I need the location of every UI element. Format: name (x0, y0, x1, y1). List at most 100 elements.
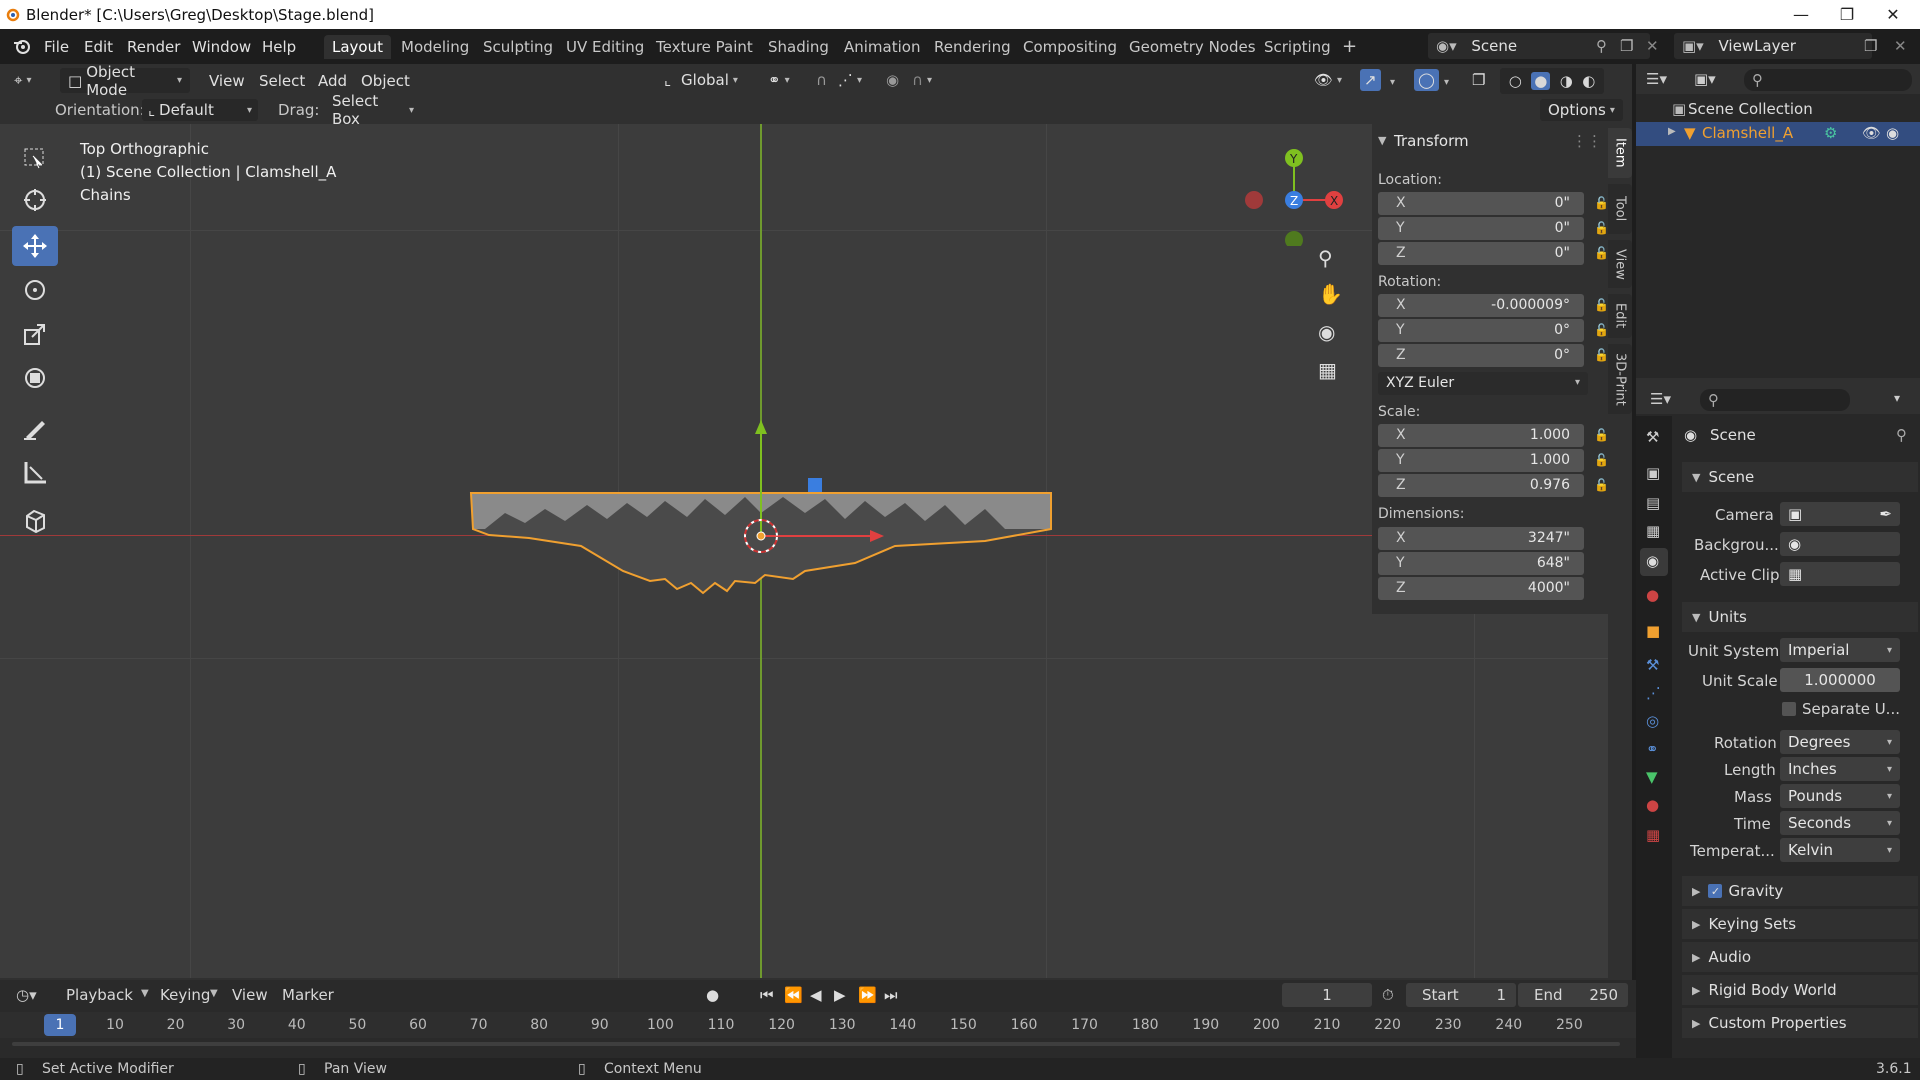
select-box-tool[interactable] (12, 138, 58, 178)
add-cube-tool[interactable] (12, 500, 58, 540)
lock-icon[interactable]: 🔓 (1594, 348, 1609, 362)
unit-system-dropdown[interactable]: Imperial ▾ (1780, 638, 1900, 662)
menu-file[interactable]: File (44, 38, 69, 56)
modifier-tab-icon[interactable]: ⚒ (1646, 656, 1659, 674)
delete-scene-icon[interactable]: ✕ (1646, 37, 1659, 55)
rotation-z-field[interactable]: Z 0° (1378, 344, 1584, 367)
properties-search-input[interactable]: ⚲ (1700, 389, 1850, 411)
jump-end-icon[interactable]: ⏭ (884, 986, 898, 1004)
length-unit-dropdown[interactable]: Inches ▾ (1780, 757, 1900, 781)
start-frame-field[interactable]: Start 1 (1406, 983, 1516, 1007)
tab-uv-editing[interactable]: UV Editing (558, 35, 652, 59)
rendered-shading-icon[interactable]: ◐ (1582, 72, 1595, 90)
physics-tab-icon[interactable]: ◎ (1646, 712, 1659, 730)
editor-type-icon[interactable]: ⌖ ▾ (14, 71, 31, 89)
lock-icon[interactable]: 🔓 (1594, 478, 1609, 492)
display-mode-icon[interactable]: ▣▾ (1694, 70, 1716, 88)
delete-viewlayer-icon[interactable]: ✕ (1894, 37, 1907, 55)
render-camera-icon[interactable]: ◉ (1886, 124, 1899, 142)
move-gizmo-xy-plane[interactable] (808, 478, 822, 492)
panel-gravity-header[interactable]: ▶ ✓ Gravity (1682, 876, 1918, 906)
sidebar-tab-item[interactable]: Item (1608, 128, 1632, 178)
overlay-dropdown-icon[interactable]: ▾ (1444, 77, 1449, 88)
menu-window[interactable]: Window (192, 38, 251, 56)
solid-shading-icon[interactable]: ● (1531, 72, 1551, 90)
blender-menu-icon[interactable] (12, 37, 32, 55)
eyedropper-icon[interactable]: ✒ (1879, 505, 1892, 523)
panel-scene-header[interactable]: ▼ Scene (1682, 462, 1918, 492)
separate-units-checkbox[interactable] (1782, 702, 1796, 716)
falloff-icon[interactable]: ∩ ▾ (912, 71, 932, 89)
ortho-grid-icon[interactable]: ▦ (1318, 358, 1337, 382)
menu-view[interactable]: View (232, 986, 268, 1004)
outliner-search-input[interactable]: ⚲ (1744, 69, 1912, 91)
material-shading-icon[interactable]: ◑ (1560, 72, 1573, 90)
pin-icon[interactable]: ⚲ (1896, 426, 1907, 444)
menu-view[interactable]: View (209, 72, 245, 90)
menu-help[interactable]: Help (262, 38, 296, 56)
panel-keying-sets-header[interactable]: ▶ Keying Sets (1682, 909, 1918, 939)
prev-keyframe-icon[interactable]: ⏪ (784, 986, 803, 1004)
unit-scale-field[interactable]: 1.000000 (1780, 668, 1900, 692)
play-reverse-icon[interactable]: ◀ (810, 986, 822, 1004)
sidebar-tab-view[interactable]: View (1608, 240, 1632, 288)
move-gizmo-x-arrow[interactable] (870, 530, 884, 542)
gizmo-dropdown-icon[interactable]: ▾ (1390, 77, 1395, 88)
mass-unit-dropdown[interactable]: Pounds ▾ (1780, 784, 1900, 808)
constraints-tab-icon[interactable]: ⚭ (1646, 740, 1659, 758)
navigation-gizmo[interactable]: Y Z X (1240, 136, 1344, 246)
menu-marker[interactable]: Marker (282, 986, 334, 1004)
zoom-icon[interactable]: ⚲ (1318, 246, 1333, 270)
pin-icon[interactable]: ⚲ (1596, 37, 1607, 55)
tab-animation[interactable]: Animation (836, 35, 928, 59)
tab-rendering[interactable]: Rendering (926, 35, 1019, 59)
menu-add[interactable]: Add (318, 72, 347, 90)
mode-dropdown[interactable]: □ Object Mode ▾ (60, 63, 190, 99)
options-chevron-icon[interactable]: ▾ (1894, 391, 1900, 405)
tab-shading[interactable]: Shading (760, 35, 837, 59)
drag-dropdown[interactable]: Select Box ▾ (326, 92, 420, 128)
viewlayer-selector[interactable]: ▣▾ ViewLayer (1674, 33, 1872, 59)
move-tool[interactable] (12, 226, 58, 266)
location-z-field[interactable]: Z 0" (1378, 242, 1584, 265)
new-scene-icon[interactable]: ❐ (1620, 37, 1633, 55)
panel-rigid-body-world-header[interactable]: ▶ Rigid Body World (1682, 975, 1918, 1005)
collapse-chevron-icon[interactable]: ▼ (1378, 134, 1386, 147)
menu-select[interactable]: Select (259, 72, 305, 90)
annotate-tool[interactable] (12, 408, 58, 448)
snap-target-icon[interactable]: ⋰ ▾ (838, 71, 862, 89)
time-unit-dropdown[interactable]: Seconds ▾ (1780, 811, 1900, 835)
lock-icon[interactable]: 🔓 (1594, 196, 1609, 210)
camera-view-icon[interactable]: ◉ (1318, 320, 1335, 344)
location-y-field[interactable]: Y 0" (1378, 217, 1584, 240)
stopwatch-icon[interactable]: ⏱ (1382, 986, 1394, 1004)
panel-units-header[interactable]: ▼ Units (1682, 602, 1918, 632)
options-dropdown[interactable]: Options ▾ (1540, 99, 1623, 121)
close-button[interactable]: ✕ (1870, 0, 1916, 29)
lock-icon[interactable]: 🔓 (1594, 323, 1609, 337)
tab-compositing[interactable]: Compositing (1015, 35, 1125, 59)
lock-icon[interactable]: 🔓 (1594, 298, 1609, 312)
panel-audio-header[interactable]: ▶ Audio (1682, 942, 1918, 972)
visibility-icon[interactable]: 👁 ▾ (1314, 71, 1342, 89)
play-icon[interactable]: ▶ (834, 986, 846, 1004)
record-icon[interactable]: ● (706, 986, 719, 1004)
tab-layout[interactable]: Layout (324, 35, 391, 59)
next-keyframe-icon[interactable]: ⏩ (858, 986, 877, 1004)
pan-hand-icon[interactable]: ✋ (1318, 282, 1343, 306)
outliner-row-clamshell[interactable]: ▶ ▼ Clamshell_A ⚙ 👁 ◉ (1636, 122, 1920, 146)
3d-viewport[interactable]: Top Orthographic (1) Scene Collection | … (0, 124, 1608, 978)
material-tab-icon[interactable]: ● (1646, 796, 1659, 814)
maximize-button[interactable]: ❐ (1824, 0, 1870, 29)
proportional-edit-icon[interactable]: ◉ (886, 71, 899, 89)
scale-x-field[interactable]: X 1.000 (1378, 424, 1584, 447)
menu-render[interactable]: Render (127, 38, 180, 56)
snap-magnet-icon[interactable]: ∩ (816, 71, 827, 89)
background-field[interactable]: ◉ (1780, 532, 1900, 556)
lock-icon[interactable]: 🔓 (1594, 246, 1609, 260)
add-workspace-icon[interactable]: + (1334, 33, 1365, 57)
rotation-y-field[interactable]: Y 0° (1378, 319, 1584, 342)
camera-field[interactable]: ▣ ✒ (1780, 502, 1900, 526)
tab-scripting[interactable]: Scripting (1256, 35, 1339, 59)
sidebar-tab-tool[interactable]: Tool (1608, 184, 1632, 234)
